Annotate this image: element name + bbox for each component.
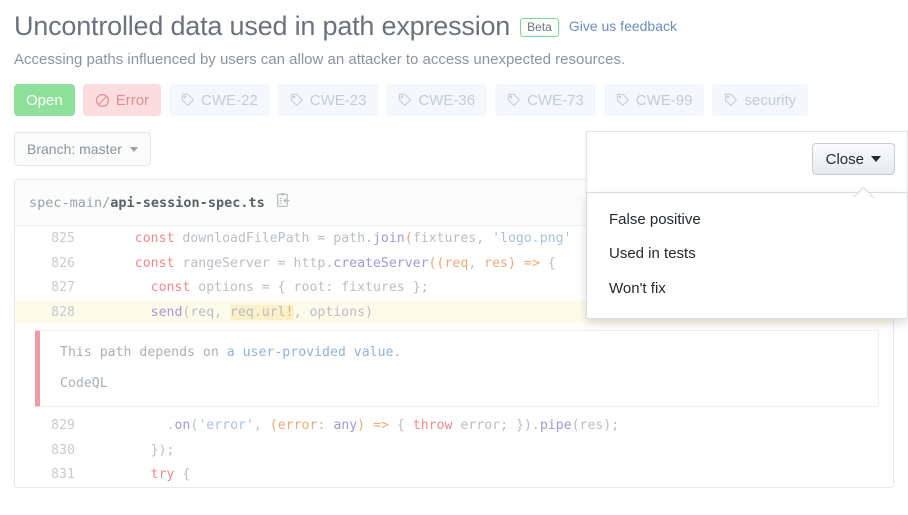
tag-badge-label: CWE-23 <box>310 93 367 108</box>
badge-row: Open Error CWE-22 <box>14 84 894 116</box>
line-number: 829 <box>15 418 91 433</box>
file-path-prefix: spec-main/ <box>29 195 110 211</box>
tag-icon <box>181 93 195 107</box>
alert-message-box: This path depends on a user-provided val… <box>35 330 879 407</box>
alert-message-text: This path depends on a user-provided val… <box>60 343 878 363</box>
alert-message-suffix: . <box>393 345 401 360</box>
line-number: 825 <box>15 231 91 246</box>
tag-badge-cwe-36[interactable]: CWE-36 <box>386 84 487 116</box>
status-badge-label: Open <box>26 93 63 108</box>
line-number: 831 <box>15 467 91 482</box>
branch-selector-button[interactable]: Branch: master <box>14 132 151 166</box>
alert-detail-page: Uncontrolled data used in path expressio… <box>0 0 908 515</box>
give-feedback-link[interactable]: Give us feedback <box>569 18 677 34</box>
dropdown-nub <box>854 187 874 199</box>
tag-badge-cwe-23[interactable]: CWE-23 <box>278 84 379 116</box>
tag-icon <box>398 93 412 107</box>
title-row: Uncontrolled data used in path expressio… <box>14 10 894 42</box>
code-line: 829 .on('error', (error: any) => { throw… <box>15 413 893 438</box>
caret-down-icon <box>871 156 881 162</box>
tag-badge-label: CWE-36 <box>418 93 475 108</box>
chevron-down-icon <box>130 147 138 152</box>
line-number: 828 <box>15 305 91 320</box>
tag-icon <box>724 93 738 107</box>
blocked-icon <box>95 93 110 108</box>
tag-badge-cwe-99[interactable]: CWE-99 <box>604 84 705 116</box>
severity-badge-error: Error <box>83 84 161 116</box>
line-content: const options = { root: fixtures }; <box>91 280 429 295</box>
close-action-panel: Close <box>586 131 908 193</box>
tag-icon <box>507 93 521 107</box>
line-content: send(req, req.url!, options) <box>91 305 373 320</box>
tag-badge-label: CWE-99 <box>636 93 693 108</box>
status-badge-open: Open <box>14 84 75 116</box>
beta-badge: Beta <box>520 18 559 37</box>
file-path: spec-main/api-session-spec.ts <box>29 195 265 211</box>
page-header: Uncontrolled data used in path expressio… <box>0 0 908 116</box>
tag-badge-label: CWE-22 <box>201 93 258 108</box>
close-dropdown-button[interactable]: Close <box>812 143 895 175</box>
copy-path-icon[interactable] <box>275 192 292 214</box>
tag-badge-cwe-22[interactable]: CWE-22 <box>169 84 270 116</box>
dropdown-item-wont-fix[interactable]: Won't fix <box>587 272 907 306</box>
alert-message-link[interactable]: a user-provided value <box>227 345 394 360</box>
tag-badge-label: security <box>744 93 796 108</box>
tag-badge-cwe-73[interactable]: CWE-73 <box>495 84 596 116</box>
page-subtitle: Accessing paths influenced by users can … <box>14 49 894 70</box>
tag-icon <box>290 93 304 107</box>
line-content: try { <box>91 467 190 482</box>
line-content: .on('error', (error: any) => { throw err… <box>91 418 619 433</box>
code-line: 831 try { <box>15 462 893 487</box>
page-title: Uncontrolled data used in path expressio… <box>14 10 510 42</box>
code-line: 830 }); <box>15 438 893 463</box>
branch-selector-label: Branch: master <box>27 141 122 157</box>
dropdown-item-used-in-tests[interactable]: Used in tests <box>587 237 907 271</box>
alert-message-source: CodeQL <box>60 374 878 394</box>
dropdown-item-false-positive[interactable]: False positive <box>587 203 907 237</box>
line-content: const rangeServer = http.createServer((r… <box>91 256 556 271</box>
alert-message-prefix: This path depends on <box>60 345 227 360</box>
tag-badge-label: CWE-73 <box>527 93 584 108</box>
close-button-label: Close <box>826 151 864 168</box>
line-number: 826 <box>15 256 91 271</box>
file-path-name: api-session-spec.ts <box>110 195 264 211</box>
line-number: 827 <box>15 280 91 295</box>
tag-icon <box>616 93 630 107</box>
severity-badge-label: Error <box>116 93 149 108</box>
line-number: 830 <box>15 443 91 458</box>
line-content: const downloadFilePath = path.join(fixtu… <box>91 231 572 246</box>
tag-badge-security[interactable]: security <box>712 84 808 116</box>
line-content: }); <box>91 443 174 458</box>
close-reason-dropdown: False positive Used in tests Won't fix <box>586 192 908 319</box>
